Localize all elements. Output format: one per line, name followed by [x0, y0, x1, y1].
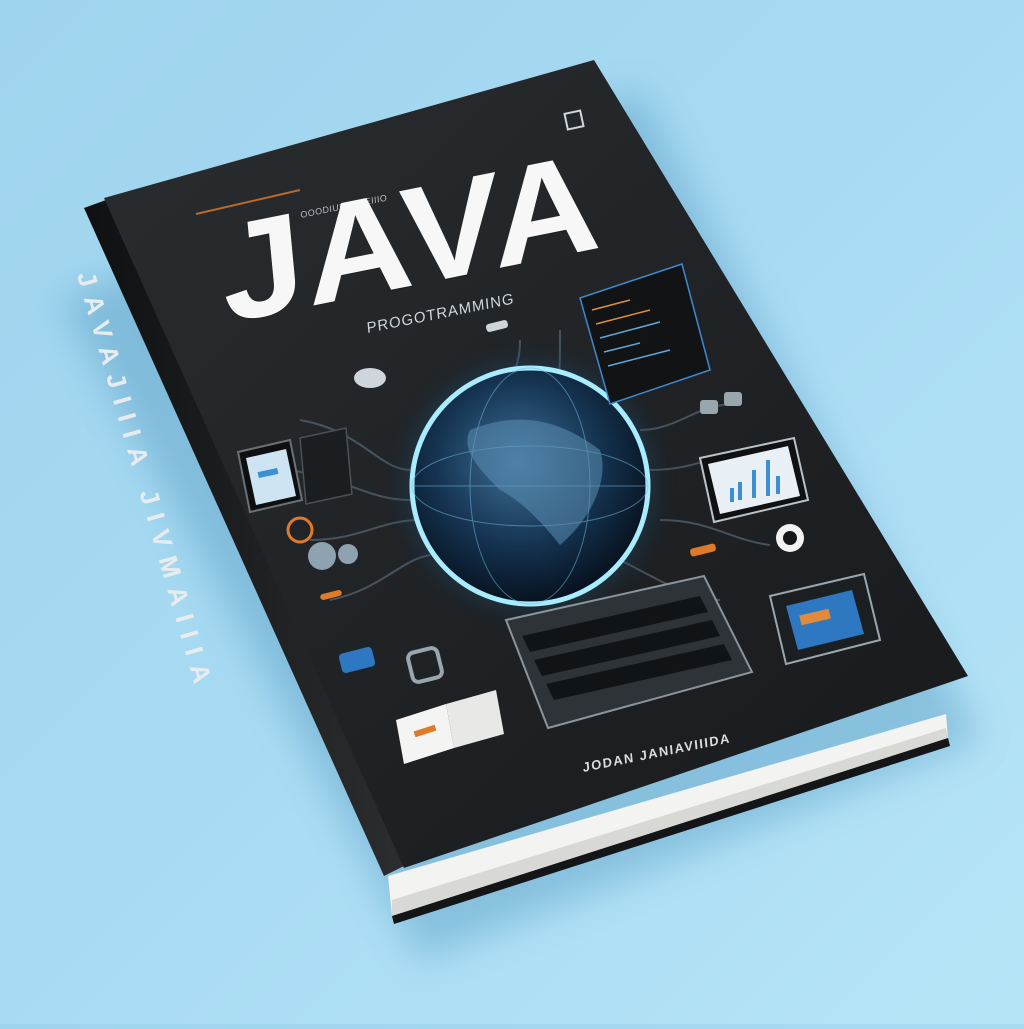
tablet-illustration — [236, 438, 304, 514]
book-scene: OOODIUNIIIIDEIIIO JAVA PROGOTRAMMING JOD… — [0, 0, 1024, 1024]
